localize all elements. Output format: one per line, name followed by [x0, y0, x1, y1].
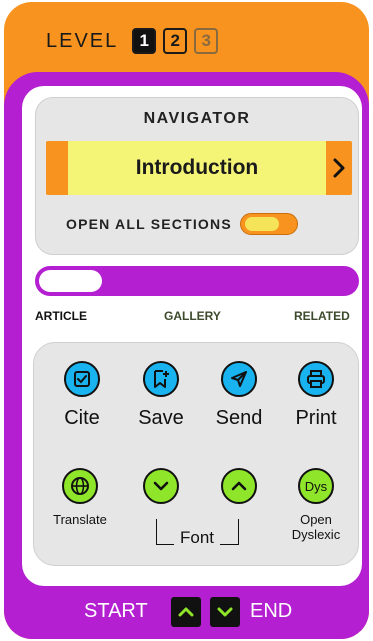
dyslexic-icon: Dys	[304, 478, 328, 494]
font-size-label: Font	[174, 528, 220, 548]
scroll-to-end-button[interactable]	[210, 597, 240, 627]
chevron-up-icon	[178, 607, 194, 617]
send-label: Send	[215, 407, 263, 429]
level-3-button[interactable]: 3	[194, 28, 219, 54]
level-2-button[interactable]: 2	[163, 28, 188, 54]
print-label: Print	[295, 407, 337, 429]
tab-related[interactable]: RELATED	[294, 309, 350, 323]
cite-button[interactable]: Cite	[47, 361, 117, 430]
open-dyslexic-label-line2: Dyslexic	[291, 527, 341, 542]
open-dyslexic-icon-circle: Dys	[298, 468, 334, 504]
tab-article[interactable]: ARTICLE	[35, 309, 87, 323]
cite-icon-circle	[64, 361, 100, 397]
next-section-button[interactable]	[326, 141, 352, 195]
open-dyslexic-label-line1: Open	[300, 512, 332, 527]
font-decrease-button[interactable]	[126, 468, 196, 504]
chevron-down-icon	[217, 607, 233, 617]
navigator-card: NAVIGATOR Introduction OPEN ALL SECTIONS	[35, 97, 359, 255]
section-selector[interactable]: Introduction	[46, 141, 352, 195]
open-all-sections: OPEN ALL SECTIONS	[66, 213, 298, 235]
save-button[interactable]: Save	[126, 361, 196, 430]
print-icon-circle	[298, 361, 334, 397]
printer-icon	[307, 370, 325, 388]
globe-icon	[71, 477, 89, 495]
save-icon-circle	[143, 361, 179, 397]
level-1-button[interactable]: 1	[132, 28, 157, 54]
send-icon-circle	[221, 361, 257, 397]
start-label[interactable]: START	[84, 600, 148, 623]
cite-label: Cite	[64, 407, 100, 429]
chevron-down-icon	[153, 481, 169, 491]
save-label: Save	[138, 407, 184, 429]
paper-plane-icon	[231, 371, 247, 387]
chevron-right-icon	[333, 158, 345, 178]
reading-progress-bar[interactable]	[35, 266, 359, 296]
print-button[interactable]: Print	[281, 361, 351, 430]
toggle-knob	[244, 217, 279, 231]
section-selector-left-cap	[46, 141, 68, 195]
scroll-to-start-button[interactable]	[171, 597, 201, 627]
translate-icon-circle	[62, 468, 98, 504]
level-label: LEVEL	[46, 29, 119, 52]
tab-gallery[interactable]: GALLERY	[164, 309, 221, 323]
open-dyslexic-button[interactable]: Dys Open Dyslexic	[281, 468, 351, 542]
bookmark-plus-icon	[154, 370, 169, 388]
current-section-label: Introduction	[135, 156, 259, 179]
end-label[interactable]: END	[250, 600, 292, 623]
translate-label: Translate	[53, 512, 107, 527]
checkbox-icon	[74, 371, 90, 387]
open-all-sections-label: OPEN ALL SECTIONS	[66, 216, 232, 232]
font-increase-icon-circle	[221, 468, 257, 504]
progress-thumb[interactable]	[39, 270, 102, 292]
font-decrease-icon-circle	[143, 468, 179, 504]
navigator-title: NAVIGATOR	[143, 110, 251, 127]
level-selector: LEVEL 1 2 3	[46, 26, 225, 56]
open-all-sections-toggle[interactable]	[239, 213, 298, 235]
footer-navigation: START END	[0, 596, 373, 630]
translate-button[interactable]: Translate	[45, 468, 115, 527]
open-dyslexic-label: Open Dyslexic	[292, 512, 340, 542]
chevron-up-icon	[231, 481, 247, 491]
font-increase-button[interactable]	[204, 468, 274, 504]
send-button[interactable]: Send	[204, 361, 274, 430]
